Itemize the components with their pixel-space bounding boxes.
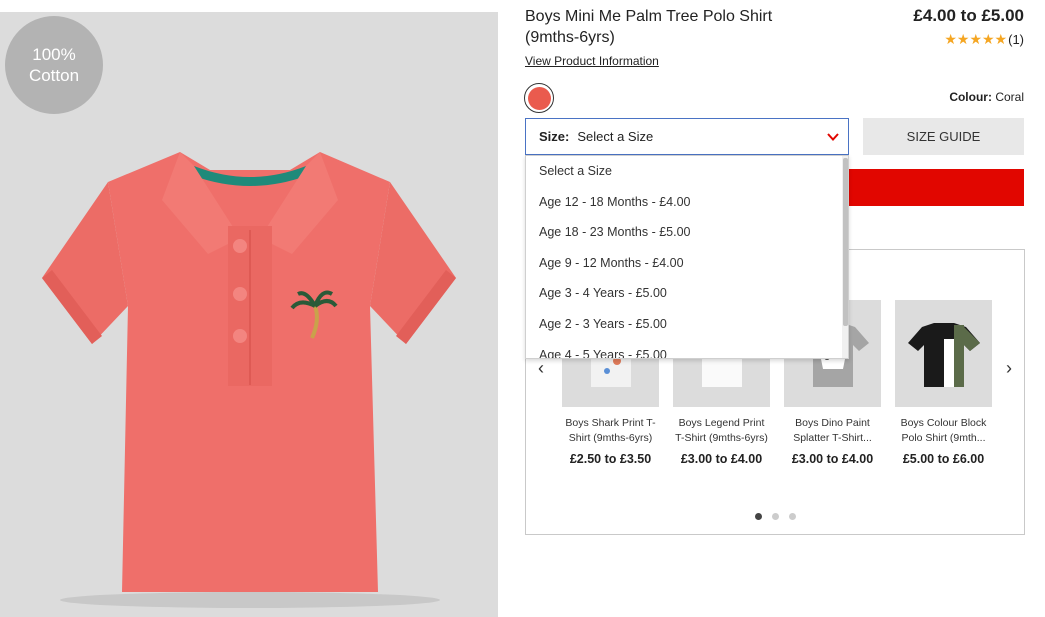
carousel-pagination <box>526 513 1024 520</box>
product-card-name: Boys Legend Print T-Shirt (9mths-6yrs) <box>675 417 768 444</box>
colour-swatch-selected[interactable] <box>524 83 554 113</box>
product-card-price: £2.50 to £3.50 <box>569 452 652 466</box>
badge-line-2: Cotton <box>28 66 80 85</box>
product-title: Boys Mini Me Palm Tree Polo Shirt (9mths… <box>525 8 773 46</box>
product-page: 100% Cotton Boys Mini Me Palm Tree Polo … <box>0 0 1045 617</box>
size-dropdown-list[interactable]: Select a Size Age 12 - 18 Months - £4.00… <box>525 155 849 359</box>
badge-line-1: 100% <box>32 45 76 64</box>
star-rating-icon: ★★★★★ <box>944 31 1008 47</box>
size-select-value: Select a Size <box>577 129 654 144</box>
size-guide-button[interactable]: SIZE GUIDE <box>863 118 1024 155</box>
scrollbar-thumb[interactable] <box>843 158 848 326</box>
size-option[interactable]: Age 3 - 4 Years - £5.00 <box>526 278 848 309</box>
chevron-left-icon[interactable]: ‹ <box>538 358 544 379</box>
pagination-dot[interactable] <box>788 513 796 520</box>
product-card-image <box>895 300 992 407</box>
colour-value: Coral <box>995 90 1024 104</box>
pagination-dot[interactable] <box>771 513 779 520</box>
pagination-dot[interactable] <box>754 513 762 520</box>
size-option[interactable]: Age 18 - 23 Months - £5.00 <box>526 217 848 248</box>
colour-swatch-coral <box>527 86 551 110</box>
size-option[interactable]: Select a Size <box>526 156 848 187</box>
size-option[interactable]: Age 2 - 3 Years - £5.00 <box>526 309 848 340</box>
review-count: (1) <box>1008 32 1024 47</box>
cotton-badge: 100% Cotton <box>5 16 103 114</box>
size-option[interactable]: Age 9 - 12 Months - £4.00 <box>526 248 848 279</box>
view-product-information-link[interactable]: View Product Information <box>525 54 659 68</box>
polo-shirt-image <box>42 152 456 608</box>
rating[interactable]: ★★★★★ (1) <box>944 31 1024 48</box>
product-card-price: £3.00 to £4.00 <box>680 452 763 466</box>
size-select[interactable]: Size: Select a Size <box>525 118 849 155</box>
chevron-right-icon[interactable]: › <box>1006 358 1012 379</box>
dropdown-scrollbar[interactable] <box>842 156 848 358</box>
colour-label-text: Colour: <box>949 90 992 104</box>
product-image[interactable]: 100% Cotton <box>0 12 498 617</box>
colour-label: Colour: Coral <box>949 90 1024 104</box>
size-select-label: Size: <box>539 129 570 144</box>
product-card-name: Boys Shark Print T-Shirt (9mths-6yrs) <box>565 417 656 444</box>
size-option[interactable]: Age 12 - 18 Months - £4.00 <box>526 187 848 218</box>
size-option[interactable]: Age 4 - 5 Years - £5.00 <box>526 340 848 358</box>
product-card-price: £5.00 to £6.00 <box>902 452 985 466</box>
product-card-name: Boys Dino Paint Splatter T-Shirt... <box>793 417 872 444</box>
product-card-name: Boys Colour Block Polo Shirt (9mth... <box>900 417 987 444</box>
product-card[interactable]: Boys Colour Block Polo Shirt (9mth... £5… <box>895 300 992 466</box>
product-card-price: £3.00 to £4.00 <box>791 452 874 466</box>
product-price: £4.00 to £5.00 <box>913 6 1024 25</box>
chevron-down-icon <box>827 133 839 141</box>
